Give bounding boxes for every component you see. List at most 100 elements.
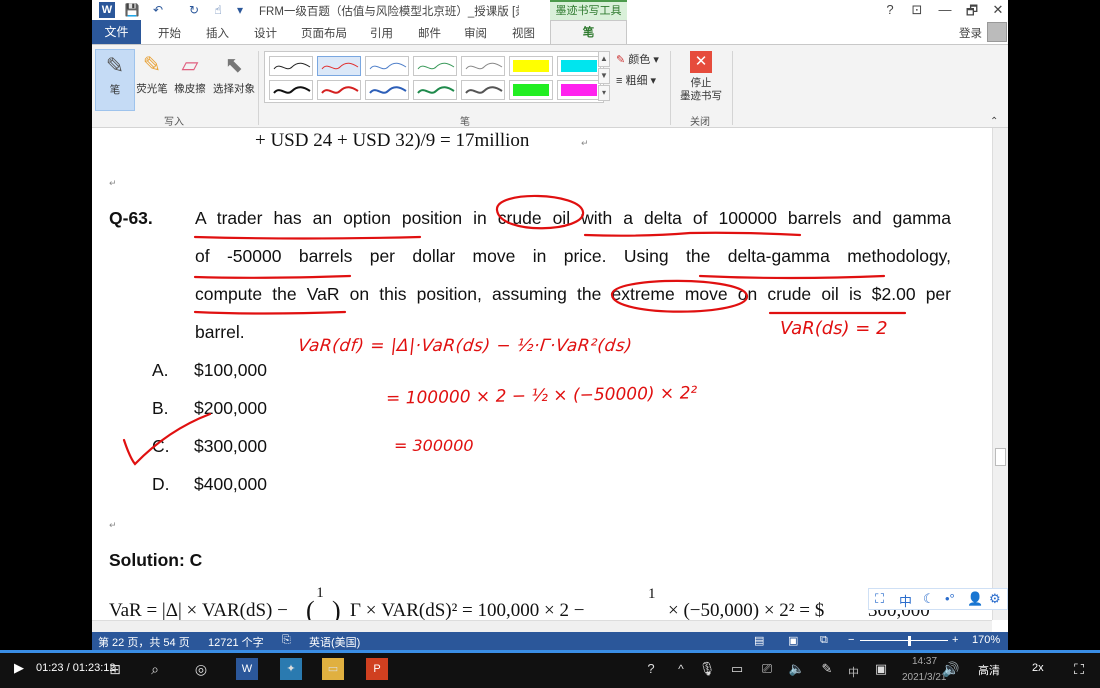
- pen-swatch[interactable]: [413, 80, 457, 100]
- search-icon[interactable]: ⌕: [144, 658, 166, 680]
- tab-view[interactable]: 视图: [512, 25, 535, 41]
- minimize-button[interactable]: —: [935, 2, 955, 17]
- microphone-icon[interactable]: 🎙: [696, 658, 718, 680]
- windows-start-icon[interactable]: ⊞: [104, 658, 126, 680]
- select-objects-label: 选择对象: [213, 83, 255, 95]
- punctuation-icon[interactable]: •°: [945, 591, 955, 606]
- ribbon-display-button[interactable]: ⊡: [907, 2, 927, 18]
- progress-bar[interactable]: [0, 650, 1100, 653]
- word-taskbar-icon[interactable]: W: [236, 658, 258, 680]
- help-button[interactable]: ?: [880, 2, 900, 17]
- close-button[interactable]: ✕: [988, 2, 1008, 18]
- tab-mailings[interactable]: 邮件: [418, 25, 441, 41]
- tray-expand-icon[interactable]: ^: [670, 658, 692, 680]
- zoom-level[interactable]: 170%: [972, 634, 1000, 646]
- select-objects-button[interactable]: ⬉ 选择对象: [210, 49, 258, 96]
- settings-icon[interactable]: ⚙: [989, 591, 1001, 607]
- pen-thickness-button[interactable]: ≡ 粗细 ▾: [616, 72, 656, 88]
- tab-review[interactable]: 审阅: [464, 25, 487, 41]
- sign-in-link[interactable]: 登录: [959, 25, 982, 41]
- gallery-scroll-up[interactable]: ▲: [598, 51, 610, 67]
- pen-swatch[interactable]: [509, 56, 553, 76]
- pen-thickness-label: 粗细: [625, 75, 648, 87]
- tab-file[interactable]: 文件: [92, 20, 141, 44]
- pen-swatch[interactable]: [557, 80, 601, 100]
- tab-references[interactable]: 引用: [370, 25, 393, 41]
- gallery-expand[interactable]: ▾: [598, 85, 610, 101]
- pen-color-button[interactable]: ✎ 颜色 ▾: [616, 51, 659, 67]
- page-info[interactable]: 第 22 页，共 54 页: [98, 634, 190, 650]
- network-icon[interactable]: ⎚: [756, 658, 778, 680]
- word-count[interactable]: 12721 个字: [208, 634, 264, 650]
- read-mode-icon[interactable]: ▤: [754, 634, 764, 647]
- zoom-in-button[interactable]: +: [952, 634, 958, 646]
- highlighter-tool-button[interactable]: ✎ 荧光笔: [132, 49, 172, 96]
- pen-stroke-icon: [321, 86, 359, 94]
- pen-swatch[interactable]: [461, 56, 505, 76]
- touch-mode-icon[interactable]: ☝: [210, 2, 226, 18]
- pen-stroke-icon: [369, 86, 407, 94]
- notification-icon[interactable]: ▣: [870, 658, 892, 680]
- quality-button[interactable]: 高清: [978, 662, 1000, 678]
- tab-design[interactable]: 设计: [254, 25, 277, 41]
- moon-icon[interactable]: ☾: [923, 591, 935, 607]
- tab-pen[interactable]: 笔: [550, 20, 627, 45]
- question-line-4: barrel.: [195, 322, 245, 342]
- tab-insert[interactable]: 插入: [206, 25, 229, 41]
- tab-home[interactable]: 开始: [158, 25, 181, 41]
- user-icon[interactable]: 👤: [967, 591, 983, 607]
- vertical-scrollbar[interactable]: [992, 128, 1008, 620]
- play-icon[interactable]: ▶: [14, 660, 24, 676]
- powerpoint-icon[interactable]: P: [366, 658, 388, 680]
- highlighter-swatch-fill: [561, 84, 597, 96]
- zoom-slider-thumb[interactable]: [908, 636, 911, 646]
- app-taskbar-icon[interactable]: ✦: [280, 658, 302, 680]
- pen-tool-button[interactable]: ✎ 笔: [95, 49, 135, 111]
- app-icon[interactable]: ◎: [190, 658, 212, 680]
- option-letter: B.: [152, 398, 169, 418]
- pen-swatch[interactable]: [557, 56, 601, 76]
- ime-mode[interactable]: 中: [899, 591, 912, 610]
- pen-swatch[interactable]: [269, 80, 313, 100]
- collapse-ribbon-icon[interactable]: ⌃: [990, 116, 998, 127]
- zoom-slider[interactable]: [860, 640, 948, 641]
- zoom-out-button[interactable]: −: [848, 634, 854, 646]
- language[interactable]: 英语(美国): [309, 634, 360, 650]
- volume-control-icon[interactable]: 🔊: [940, 658, 962, 680]
- stop-icon: ✕: [690, 51, 712, 73]
- battery-icon[interactable]: ▭: [726, 658, 748, 680]
- speed-button[interactable]: 2x: [1032, 662, 1044, 674]
- avatar[interactable]: [987, 22, 1007, 42]
- redo-icon[interactable]: ↻: [186, 2, 202, 18]
- proofing-icon[interactable]: ⎘: [282, 634, 291, 647]
- folder-icon[interactable]: ▭: [322, 658, 344, 680]
- pen-swatch[interactable]: [317, 80, 361, 100]
- fullscreen-icon[interactable]: ⛶: [1068, 658, 1090, 680]
- ime-logo-icon[interactable]: ⛶: [875, 591, 884, 607]
- print-layout-icon[interactable]: ▣: [788, 634, 798, 647]
- option-value: $100,000: [194, 360, 267, 380]
- group-label-close: 关闭: [690, 117, 710, 128]
- web-layout-icon[interactable]: ⧉: [820, 634, 828, 647]
- volume-icon[interactable]: 🔈: [786, 658, 808, 680]
- eraser-tool-button[interactable]: ▱ 橡皮擦: [170, 49, 210, 96]
- pen-swatch[interactable]: [365, 80, 409, 100]
- customize-toolbar-icon[interactable]: ▾: [232, 2, 248, 18]
- pen-tray-icon[interactable]: ✎: [816, 658, 838, 680]
- pen-swatch[interactable]: [317, 56, 361, 76]
- ime-indicator[interactable]: 中: [848, 664, 859, 680]
- pen-swatch[interactable]: [413, 56, 457, 76]
- pen-swatch[interactable]: [269, 56, 313, 76]
- document-page[interactable]: + USD 24 + USD 32)/9 = 17million ↵ ↵ Q-6…: [92, 128, 1008, 620]
- tab-page-layout[interactable]: 页面布局: [301, 25, 347, 41]
- scroll-thumb[interactable]: [995, 448, 1006, 466]
- undo-icon[interactable]: ↶: [150, 2, 166, 18]
- pen-swatch[interactable]: [509, 80, 553, 100]
- save-icon[interactable]: 💾: [124, 2, 140, 18]
- help-tray-icon[interactable]: ?: [640, 658, 662, 680]
- pen-swatch[interactable]: [365, 56, 409, 76]
- gallery-scroll-down[interactable]: ▼: [598, 68, 610, 84]
- pen-swatch[interactable]: [461, 80, 505, 100]
- horizontal-scrollbar[interactable]: [92, 620, 992, 632]
- stop-inking-button[interactable]: ✕ 停止 墨迹书写: [676, 51, 726, 103]
